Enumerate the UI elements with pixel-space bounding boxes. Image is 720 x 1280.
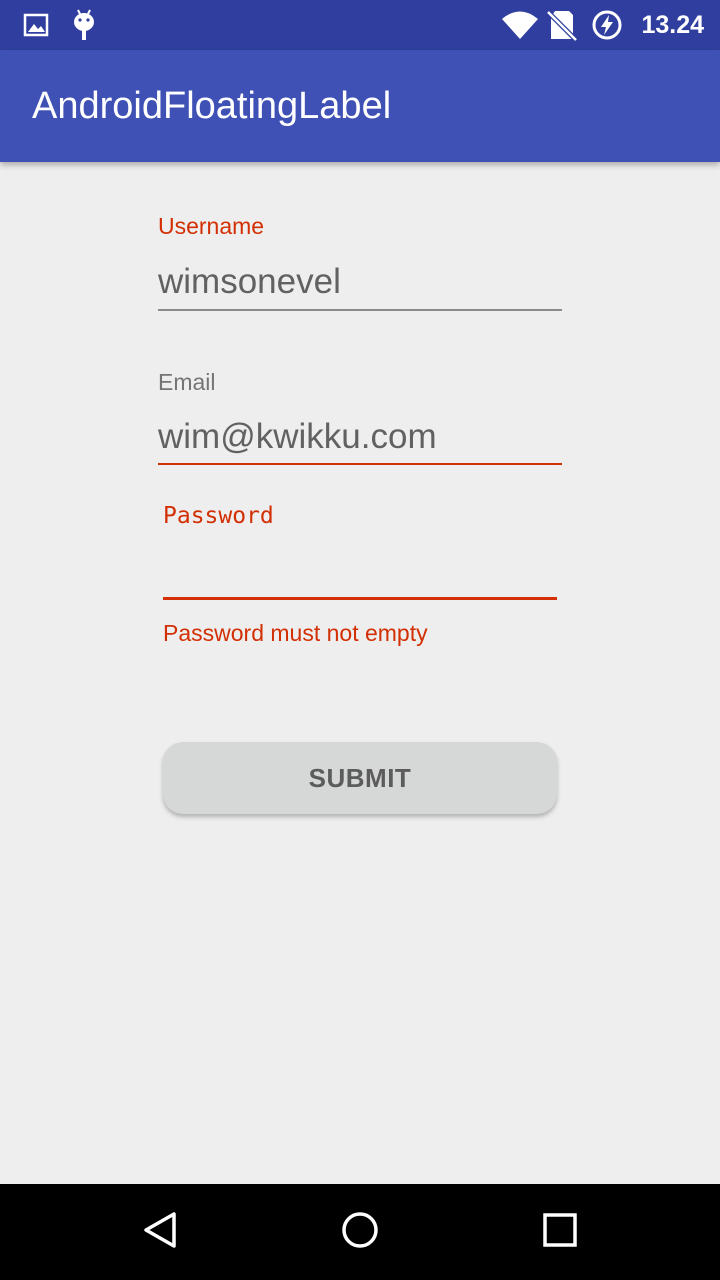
- submit-button[interactable]: SUBMIT: [163, 742, 557, 814]
- app-bar: AndroidFloatingLabel: [0, 50, 720, 162]
- wifi-icon: [500, 0, 540, 50]
- username-label: Username: [158, 213, 265, 239]
- recents-icon: [540, 1210, 580, 1255]
- status-bar: 13.24: [0, 0, 720, 50]
- username-underline: [158, 309, 562, 311]
- app-title: AndroidFloatingLabel: [32, 85, 392, 127]
- email-underline: [158, 463, 562, 465]
- email-label: Email: [158, 369, 216, 395]
- image-icon: [22, 0, 50, 50]
- recents-button[interactable]: [512, 1184, 608, 1280]
- no-sim-icon: [546, 0, 578, 50]
- android-icon: [70, 0, 98, 50]
- battery-charging-icon: [590, 0, 624, 50]
- password-error: Password must not empty: [163, 620, 428, 646]
- password-field[interactable]: [163, 548, 557, 592]
- status-time: 13.24: [641, 11, 704, 39]
- password-label: Password: [163, 503, 274, 529]
- home-button[interactable]: [312, 1184, 408, 1280]
- password-underline: [163, 597, 557, 600]
- back-icon: [140, 1210, 180, 1255]
- home-icon: [340, 1210, 380, 1255]
- username-field[interactable]: wimsonevel: [158, 262, 341, 302]
- navigation-bar: [0, 1184, 720, 1280]
- email-field[interactable]: wim@kwikku.com: [158, 417, 437, 457]
- submit-button-label: SUBMIT: [308, 762, 412, 793]
- back-button[interactable]: [112, 1184, 208, 1280]
